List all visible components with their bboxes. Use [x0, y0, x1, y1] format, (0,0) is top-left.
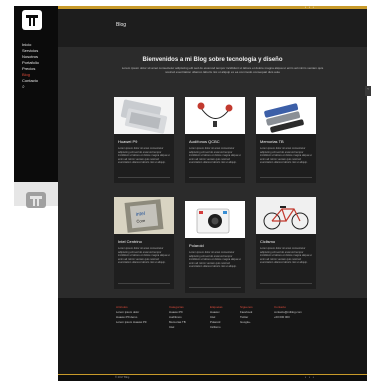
card-divider	[118, 283, 170, 284]
footer-link[interactable]: Ciclismo	[210, 325, 223, 330]
card-title[interactable]: Memorias TB	[260, 139, 284, 144]
bottom-bar	[58, 374, 367, 381]
card-title[interactable]: Polaroid	[189, 243, 204, 248]
card-divider	[189, 177, 241, 178]
card-description: Lorem ipsum dolor sit amet consectetur a…	[260, 147, 312, 165]
blog-card[interactable]: Audífonos QCBC Lorem ipsum dolor sit ame…	[185, 97, 245, 183]
intro-text: Lorem ipsum dolor sit amet consectetur a…	[121, 66, 324, 74]
footer-link[interactable]: Google+	[240, 320, 253, 325]
footer-link[interactable]: +00 000 000	[274, 315, 302, 320]
sidebar	[14, 6, 58, 182]
copyright-text: © 2017 Blog	[115, 376, 130, 379]
card-description: Lorem ipsum dolor sit amet consectetur a…	[260, 247, 312, 265]
card-divider	[118, 177, 170, 178]
card-divider	[189, 287, 241, 288]
card-image-bicycle	[256, 197, 316, 234]
blog-card[interactable]: Polaroid Lorem ipsum dolor sit amet cons…	[185, 201, 245, 293]
footer-column: Categorías Huawei P9 Audífonos Memorias …	[169, 305, 186, 330]
card-image-usb	[256, 97, 316, 134]
blog-card[interactable]: Memorias TB Lorem ipsum dolor sit amet c…	[256, 97, 316, 183]
card-title[interactable]: Audífonos QCBC	[189, 139, 220, 144]
svg-text:intel: intel	[136, 211, 146, 218]
blog-card[interactable]: Huawei P9 Lorem ipsum dolor sit amet con…	[114, 97, 174, 183]
card-description: Lorem ipsum dolor sit amet consectetur a…	[189, 251, 241, 269]
card-image-earphones	[185, 97, 245, 134]
page-header	[58, 9, 367, 47]
sidebar-lower-panel	[14, 182, 58, 381]
blog-card[interactable]: intel Core Intel Centrino Lorem ipsum do…	[114, 197, 174, 289]
search-icon[interactable]: ⌕	[22, 84, 39, 90]
footer-column: Contacto contacto@miblog.com +00 000 000	[274, 305, 302, 320]
footer-link[interactable]: Intel	[169, 325, 186, 330]
footer-column: Etiquetas Huawei Intel Polaroid Ciclismo	[210, 305, 223, 330]
footer-column: Artículos Lorem ipsum dolor Huawei P9 de…	[116, 305, 146, 325]
blog-card[interactable]: Ciclismo Lorem ipsum dolor sit amet cons…	[256, 197, 316, 289]
footer-link[interactable]: Lorem ipsum Huawei P9	[116, 320, 146, 325]
card-description: Lorem ipsum dolor sit amet consectetur a…	[118, 247, 170, 265]
card-title[interactable]: Intel Centrino	[118, 239, 142, 244]
footer-column: Síguenos Facebook Twitter Google+	[240, 305, 253, 325]
card-description: Lorem ipsum dolor sit amet consectetur a…	[189, 147, 241, 165]
card-image-phone	[114, 97, 174, 134]
sidebar-nav: Inicio Servicios Nosotros Portafolio Pre…	[22, 42, 39, 90]
scroll-arrow-icon[interactable]: ‹	[365, 86, 371, 96]
card-title[interactable]: Ciclismo	[260, 239, 275, 244]
card-divider	[260, 177, 312, 178]
card-description: Lorem ipsum dolor sit amet consectetur a…	[118, 147, 170, 165]
card-divider	[260, 283, 312, 284]
svg-text:Core: Core	[136, 218, 146, 224]
social-icons-bottom[interactable]: • • •	[305, 375, 315, 379]
page-title: Blog	[116, 22, 127, 28]
card-title[interactable]: Huawei P9	[118, 139, 137, 144]
site-logo[interactable]	[22, 10, 42, 30]
card-image-camera	[185, 201, 245, 238]
welcome-heading: Bienvenidos a mi Blog sobre tecnología y…	[142, 57, 283, 63]
footer-logo	[26, 192, 46, 208]
card-image-cpu: intel Core	[114, 197, 174, 234]
